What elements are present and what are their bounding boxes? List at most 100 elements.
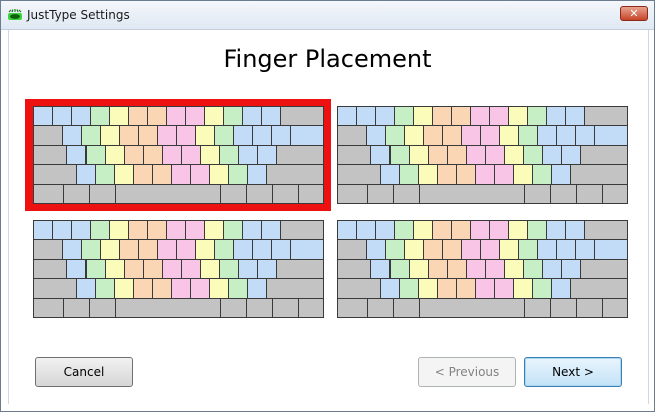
key	[593, 239, 628, 260]
key	[137, 239, 158, 260]
key	[147, 106, 167, 127]
key	[175, 239, 196, 260]
keyboard-layout-option-3[interactable]	[33, 220, 324, 318]
key	[379, 278, 400, 299]
key	[142, 258, 163, 280]
key	[62, 297, 90, 318]
key	[152, 278, 172, 299]
key	[565, 106, 585, 127]
key	[166, 220, 186, 241]
key	[52, 106, 72, 127]
key	[560, 144, 581, 166]
key	[555, 125, 576, 146]
key	[275, 258, 324, 280]
key	[451, 220, 471, 241]
key	[370, 258, 391, 280]
key	[52, 220, 72, 241]
key	[33, 297, 64, 318]
key	[33, 125, 63, 146]
previous-button[interactable]: < Previous	[418, 357, 516, 387]
key	[190, 164, 210, 185]
key	[128, 106, 148, 127]
key	[576, 183, 603, 204]
key	[584, 106, 628, 127]
key	[427, 258, 448, 280]
key	[33, 220, 53, 241]
key	[541, 144, 562, 166]
key	[576, 297, 603, 318]
key	[247, 278, 267, 299]
key	[513, 164, 533, 185]
key	[446, 258, 467, 280]
key	[532, 278, 552, 299]
close-button[interactable]: ✕	[620, 6, 648, 21]
key	[128, 220, 148, 241]
key	[297, 297, 324, 318]
key	[237, 144, 258, 166]
key	[522, 144, 543, 166]
key	[85, 144, 106, 166]
key	[118, 239, 139, 260]
key	[427, 144, 448, 166]
key	[118, 125, 139, 146]
key	[601, 297, 628, 318]
key	[99, 239, 120, 260]
key	[156, 239, 177, 260]
key	[366, 183, 394, 204]
keyboard-layout-option-4[interactable]	[337, 220, 628, 318]
key	[114, 164, 134, 185]
key	[275, 144, 324, 166]
key	[570, 164, 628, 185]
key	[437, 164, 457, 185]
key	[484, 144, 505, 166]
key	[418, 183, 526, 204]
key	[441, 239, 462, 260]
key	[524, 297, 552, 318]
key	[337, 239, 367, 260]
key	[71, 220, 91, 241]
key	[494, 278, 514, 299]
key	[524, 183, 552, 204]
key	[220, 183, 248, 204]
key	[33, 106, 53, 127]
key	[137, 125, 158, 146]
key	[456, 164, 476, 185]
key	[220, 297, 248, 318]
key	[171, 278, 191, 299]
keyboard-layout-option-2[interactable]	[337, 106, 628, 204]
next-button[interactable]: Next >	[524, 357, 622, 387]
key	[337, 164, 381, 185]
key	[161, 258, 182, 280]
key	[175, 125, 196, 146]
key	[584, 220, 628, 241]
key	[114, 278, 134, 299]
key	[479, 239, 500, 260]
key	[394, 106, 414, 127]
key	[570, 278, 628, 299]
key	[213, 125, 234, 146]
key	[223, 220, 243, 241]
key	[289, 239, 324, 260]
key	[399, 164, 419, 185]
key	[579, 144, 628, 166]
key	[85, 258, 106, 280]
key	[133, 278, 153, 299]
key	[33, 278, 77, 299]
key	[494, 164, 514, 185]
key	[356, 106, 376, 127]
key	[470, 106, 490, 127]
key	[475, 164, 495, 185]
key	[152, 164, 172, 185]
cancel-button[interactable]: Cancel	[35, 357, 133, 387]
keyboard-layout-option-1[interactable]	[33, 106, 324, 204]
key	[522, 258, 543, 280]
key	[114, 183, 222, 204]
key	[513, 278, 533, 299]
client-area	[8, 30, 649, 404]
key	[560, 258, 581, 280]
key	[99, 125, 120, 146]
key	[565, 220, 585, 241]
key	[133, 164, 153, 185]
key	[366, 297, 394, 318]
key	[392, 297, 420, 318]
